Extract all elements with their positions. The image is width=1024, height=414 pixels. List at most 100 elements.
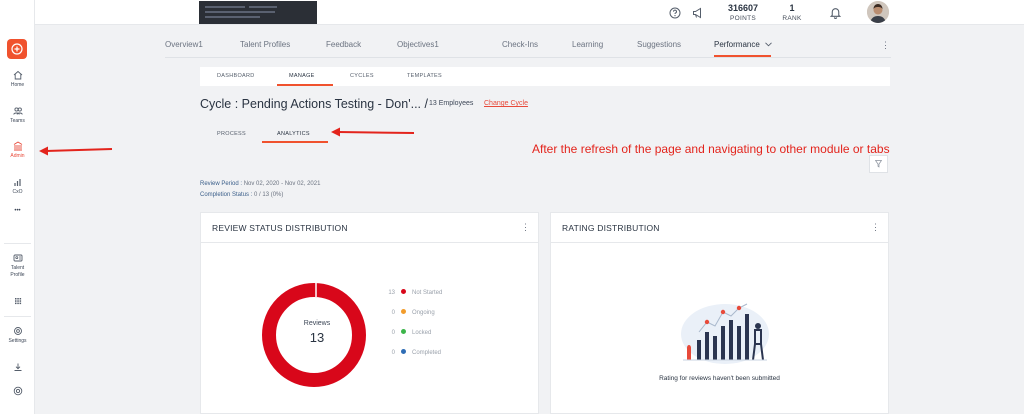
sidebar-item-label: Home [10,82,25,88]
sidebar-item-apps[interactable] [0,296,35,308]
sidebar-item-label: Teams [10,118,25,124]
download-icon [14,363,21,371]
card-title: REVIEW STATUS DISTRIBUTION [212,223,348,233]
company-logo [199,1,317,24]
home-icon [13,70,22,80]
annotation-text: After the refresh of the page and naviga… [532,142,890,156]
tab-suggestions[interactable]: Suggestions [637,40,681,49]
empty-chart-illustration [681,303,769,364]
tab-performance[interactable]: Performance [714,40,772,49]
tab-analytics[interactable]: ANALYTICS [277,131,310,137]
completion-status-label: Completion Status : [200,192,253,198]
sidebar-item-more[interactable]: ••• [0,208,35,214]
donut-center-value: 13 [310,330,324,345]
filter-button[interactable] [869,155,888,173]
sub-tabs: DASHBOARD MANAGE CYCLES TEMPLATES [200,67,890,86]
card-menu-icon[interactable]: ⋮ [871,222,880,233]
change-cycle-link[interactable]: Change Cycle [484,100,528,107]
active-view-tab-indicator [262,141,328,143]
tab-check-ins[interactable]: Check-Ins [502,40,538,49]
legend-label: Not Started [412,290,443,296]
subtab-manage[interactable]: MANAGE [289,73,315,79]
megaphone-icon[interactable] [692,7,704,19]
review-status-card: REVIEW STATUS DISTRIBUTION ⋮ [200,212,539,414]
legend-label: Ongoing [412,310,435,316]
legend-count: 0 [391,310,395,316]
legend-dot [401,329,406,334]
employee-count: 13 Employees [429,100,474,107]
annotation-arrow-icon [39,146,113,156]
sidebar-item-teams[interactable]: Teams [0,106,35,124]
legend-dot [401,289,406,294]
tab-talent-profiles[interactable]: Talent Profiles [240,40,290,49]
bell-icon[interactable] [829,6,842,19]
completion-status-value: 0 / 13 (0%) [254,192,284,198]
legend-ongoing: 0 Ongoing [383,309,435,316]
review-period: Review Period : Nov 02, 2020 - Nov 02, 2… [200,181,320,187]
help-icon[interactable] [669,7,681,19]
points-stat: 316607 POINTS [723,3,763,22]
tab-learning[interactable]: Learning [572,40,603,49]
tab-feedback[interactable]: Feedback [326,40,361,49]
sidebar-item-label: Talent Profile [10,265,25,278]
more-options-icon[interactable]: ⋮ [881,40,890,51]
sidebar-item-help[interactable] [0,386,35,398]
completion-status: Completion Status : 0 / 13 (0%) [200,192,283,198]
chart-icon [13,179,21,186]
sidebar-item-settings[interactable]: Settings [0,326,35,344]
active-subtab-indicator [277,84,333,86]
tab-objectives1[interactable]: Objectives1 [397,40,439,49]
legend-locked: 0 Locked [383,329,431,336]
legend-label: Locked [412,330,432,336]
subtab-templates[interactable]: TEMPLATES [407,73,442,79]
legend-count: 0 [391,330,395,336]
add-button[interactable] [7,39,27,59]
filter-icon [875,160,882,168]
tab-performance-label: Performance [714,40,760,49]
grid-icon [14,298,21,305]
legend-completed: 0 Completed [383,349,441,356]
rank-stat: 1 RANK [776,3,808,22]
points-label: POINTS [730,15,756,22]
card-menu-icon[interactable]: ⋮ [521,222,530,233]
card-header: RATING DISTRIBUTION ⋮ [551,213,888,243]
active-tab-indicator [714,55,771,57]
plus-icon [11,43,23,55]
user-photo [867,1,889,23]
sidebar-item-home[interactable]: Home [0,70,35,88]
sidebar-item-admin[interactable]: Admin [0,141,35,159]
tab-process[interactable]: PROCESS [217,131,246,137]
legend-dot [401,349,406,354]
cycle-title: Cycle : Pending Actions Testing - Don'..… [200,97,428,111]
card-header: REVIEW STATUS DISTRIBUTION ⋮ [201,213,538,243]
tab-overview1[interactable]: Overview1 [165,40,203,49]
chevron-down-icon [765,42,772,47]
profile-card-icon [13,254,22,262]
sidebar-item-label: CxO [12,189,23,195]
sidebar-item-label: Admin [10,153,25,159]
sidebar: Home Teams Admin CxO ••• Talent Profile … [0,0,35,414]
settings-icon [13,327,22,335]
sidebar-item-talent-profile[interactable]: Talent Profile [0,253,35,279]
sidebar-item-cxo[interactable]: CxO [0,177,35,195]
legend-label: Completed [412,350,442,356]
review-period-value: Nov 02, 2020 - Nov 02, 2021 [243,181,321,187]
card-title: RATING DISTRIBUTION [562,223,660,233]
admin-icon [13,141,22,151]
legend-not-started: 13 Not Started [383,289,442,296]
review-period-label: Review Period : [200,181,243,187]
more-icon: ••• [14,208,21,214]
teams-icon [12,107,23,115]
main-tab-nav: Overview1 Talent Profiles Feedback Objec… [165,34,891,58]
sidebar-divider [4,243,31,244]
points-value: 316607 [727,3,759,13]
rank-label: RANK [782,15,802,22]
legend-count: 0 [391,350,395,356]
annotation-arrow-icon [331,127,415,137]
subtab-cycles[interactable]: CYCLES [350,73,374,79]
avatar[interactable] [867,1,889,23]
subtab-dashboard[interactable]: DASHBOARD [217,73,255,79]
rank-value: 1 [789,3,795,13]
sidebar-item-download[interactable] [0,362,35,374]
legend-dot [401,309,406,314]
